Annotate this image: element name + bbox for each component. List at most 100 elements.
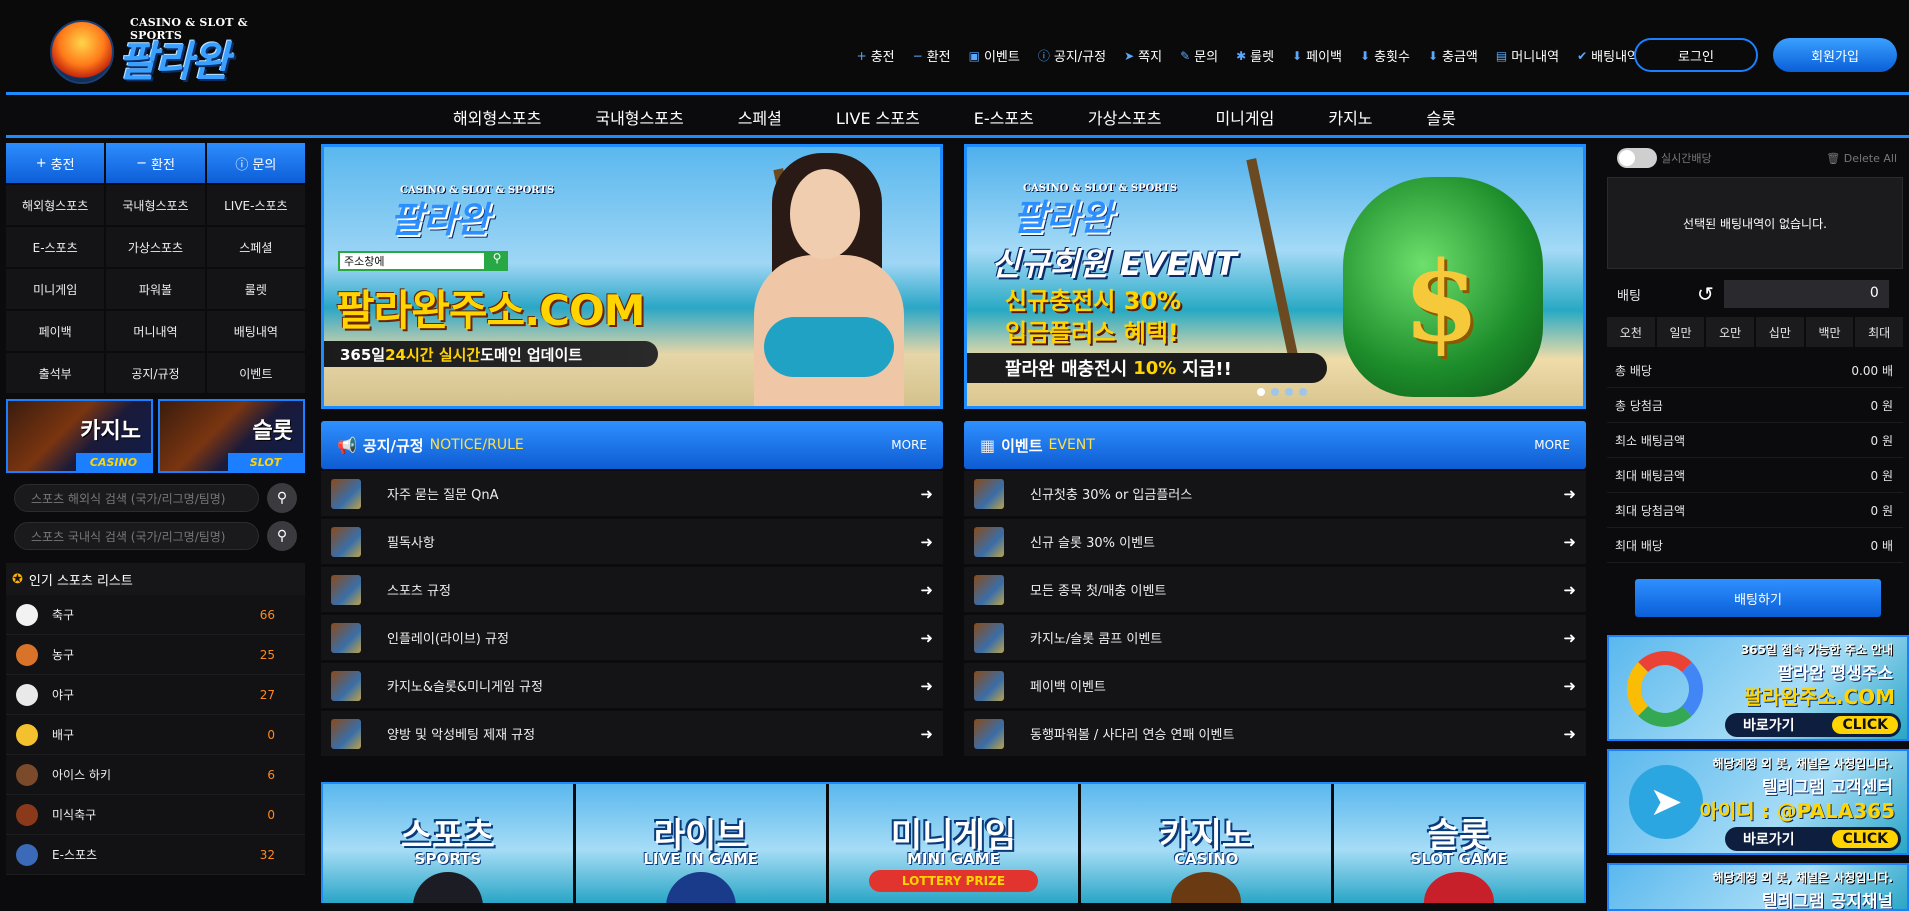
telegram-support-banner[interactable]: ➤ 해당계정 외 봇, 채널은 사칭입니다. 텔레그램 고객센터 아이디 : @… [1607,749,1909,855]
mainnav-overseas-sports[interactable]: 해외형스포츠 [426,95,568,135]
sport-row[interactable]: E-스포츠 32 [6,835,305,875]
amount-button[interactable]: 최대 [1855,317,1904,347]
sport-row[interactable]: 축구 66 [6,595,305,635]
sidebar-item[interactable]: 공지/규정 [106,353,205,393]
domain-banner[interactable]: CASINO & SLOT & SPORTS 팔라완 주소창에 ⚲ 팔라완주소.… [321,144,943,409]
carousel-dot[interactable] [1299,388,1307,396]
ad-click-bar[interactable]: 바로가기 CLICK [1725,713,1901,737]
address-ad-banner[interactable]: 365일 접속 가능한 주소 안내 팔라완 평생주소 팔라완주소.COM 바로가… [1607,635,1909,741]
mainnav-minigame[interactable]: 미니게임 [1188,95,1301,135]
telegram-channel-banner[interactable]: 해당계정 외 봇, 채널은 사칭입니다. 텔레그램 공지채널 [1607,863,1909,911]
notice-row[interactable]: 자주 묻는 질문 QnA ➜ [321,471,943,517]
search-domestic-input[interactable]: 스포츠 국내식 검색 (국가/리그명/팀명) [14,522,259,550]
topnav-roulette[interactable]: ✱ 룰렛 [1236,46,1274,66]
login-button[interactable]: 로그인 [1634,38,1758,72]
event-banner[interactable]: CASINO & SLOT & SPORTS 팔라완 신규회원 EVENT 신규… [964,144,1586,409]
game-tile-live[interactable]: 라이브 LIVE IN GAME [575,784,826,903]
amount-button[interactable]: 일만 [1656,317,1705,347]
topnav-charge-count[interactable]: ⬇ 충횟수 [1360,46,1410,66]
realtime-odds-toggle[interactable] [1617,148,1657,168]
quick-charge-button[interactable]: + 충전 [6,143,105,183]
game-tile-slot[interactable]: 슬롯 SLOT GAME [1334,784,1584,903]
sport-row[interactable]: 농구 25 [6,635,305,675]
game-tile-sports[interactable]: 스포츠 SPORTS [323,784,573,903]
carousel-dot[interactable] [1257,388,1265,396]
carousel-dot[interactable] [1271,388,1279,396]
carousel-dot[interactable] [1285,388,1293,396]
sidebar-item[interactable]: 해외형스포츠 [6,185,105,225]
arrow-right-icon: ➜ [920,532,933,551]
event-row[interactable]: 신규 슬롯 30% 이벤트 ➜ [964,519,1586,565]
sidebar-item[interactable]: 스페셜 [206,227,305,267]
sport-row[interactable]: 미식축구 0 [6,795,305,835]
bet-amount-input[interactable]: 0 [1723,280,1889,308]
search-button[interactable]: ⚲ [267,521,297,551]
game-tile-casino[interactable]: 카지노 CASINO [1081,784,1332,903]
sidebar-item[interactable]: 가상스포츠 [106,227,205,267]
amount-button[interactable]: 오만 [1706,317,1755,347]
sidebar-item[interactable]: 머니내역 [106,311,205,351]
amount-button[interactable]: 십만 [1756,317,1804,347]
event-row[interactable]: 카지노/슬롯 콤프 이벤트 ➜ [964,615,1586,661]
sidebar-item[interactable]: 이벤트 [206,353,305,393]
quick-exchange-button[interactable]: − 환전 [106,143,205,183]
sidebar-item[interactable]: 미니게임 [6,269,105,309]
stat-label: 총 당첨금 [1615,398,1663,413]
sidebar-item[interactable]: 파워볼 [106,269,205,309]
event-row[interactable]: 페이백 이벤트 ➜ [964,663,1586,709]
sidebar-item[interactable]: 배팅내역 [206,311,305,351]
mainnav-live-sports[interactable]: LIVE 스포츠 [809,95,947,135]
topnav-payback[interactable]: ⬇ 페이백 [1292,46,1342,66]
topnav-charge-amount[interactable]: ⬇ 충금액 [1428,46,1478,66]
notice-row[interactable]: 스포츠 규정 ➜ [321,567,943,613]
signup-button[interactable]: 회원가입 [1773,38,1897,72]
ad-click-bar[interactable]: 바로가기 CLICK [1725,827,1901,851]
slot-tile[interactable]: 슬롯 SLOT [158,399,305,473]
notice-row[interactable]: 필독사항 ➜ [321,519,943,565]
sport-row[interactable]: 아이스 하키 6 [6,755,305,795]
topnav-notice[interactable]: ⓘ 공지/규정 [1038,46,1106,65]
topnav-event[interactable]: ▣ 이벤트 [969,46,1020,66]
event-row[interactable]: 모든 종목 첫/매충 이벤트 ➜ [964,567,1586,613]
quick-inquiry-button[interactable]: ⓘ 문의 [206,143,305,183]
mainnav-virtual-sports[interactable]: 가상스포츠 [1061,95,1189,135]
sidebar-item[interactable]: 페이백 [6,311,105,351]
topnav-money-history[interactable]: ▤ 머니내역 [1496,46,1559,66]
place-bet-button[interactable]: 배팅하기 [1635,579,1881,617]
event-row[interactable]: 동행파워볼 / 사다리 연승 연패 이벤트 ➜ [964,711,1586,757]
notice-more-link[interactable]: MORE [891,438,927,452]
sidebar-item[interactable]: 국내형스포츠 [106,185,205,225]
mainnav-esports[interactable]: E-스포츠 [947,95,1061,135]
topnav-message[interactable]: ➤ 쪽지 [1124,46,1162,66]
amount-button[interactable]: 오천 [1607,317,1655,347]
sidebar-item[interactable]: 룰렛 [206,269,305,309]
sidebar-item[interactable]: E-스포츠 [6,227,105,267]
search-overseas-input[interactable]: 스포츠 해외식 검색 (국가/리그명/팀명) [14,484,259,512]
site-logo[interactable]: CASINO & SLOT & SPORTS 팔라완 [50,14,280,86]
sidebar-item[interactable]: 출석부 [6,353,105,393]
amount-button[interactable]: 백만 [1805,317,1854,347]
search-button[interactable]: ⚲ [267,483,297,513]
notice-title: 인플레이(라이브) 규정 [387,632,509,647]
game-tile-minigame[interactable]: 미니게임 MINI GAME LOTTERY PRIZE [828,784,1079,903]
topnav-charge[interactable]: + 충전 [857,46,895,66]
delete-all-button[interactable]: 🗑 Delete All [1826,152,1897,165]
reset-icon[interactable]: ↺ [1697,282,1714,306]
sidebar-item[interactable]: LIVE-스포츠 [206,185,305,225]
event-more-link[interactable]: MORE [1534,438,1570,452]
sport-row[interactable]: 야구 27 [6,675,305,715]
casino-tile[interactable]: 카지노 CASINO [6,399,153,473]
topnav-inquiry[interactable]: ✎ 문의 [1180,46,1218,66]
mainnav-domestic-sports[interactable]: 국내형스포츠 [568,95,710,135]
notice-row[interactable]: 양방 및 악성베팅 제재 규정 ➜ [321,711,943,757]
mainnav-casino[interactable]: 카지노 [1301,95,1399,135]
notice-row[interactable]: 인플레이(라이브) 규정 ➜ [321,615,943,661]
topnav-bet-history[interactable]: ✔ 배팅내역 [1577,46,1639,66]
notice-row[interactable]: 카지노&슬롯&미니게임 규정 ➜ [321,663,943,709]
mainnav-special[interactable]: 스페셜 [711,95,809,135]
event-row[interactable]: 신규첫충 30% or 입금플러스 ➜ [964,471,1586,517]
mainnav-slot[interactable]: 슬롯 [1400,95,1483,135]
sport-row[interactable]: 배구 0 [6,715,305,755]
topnav-label: 공지/규정 [1053,50,1107,65]
topnav-exchange[interactable]: − 환전 [913,46,951,66]
